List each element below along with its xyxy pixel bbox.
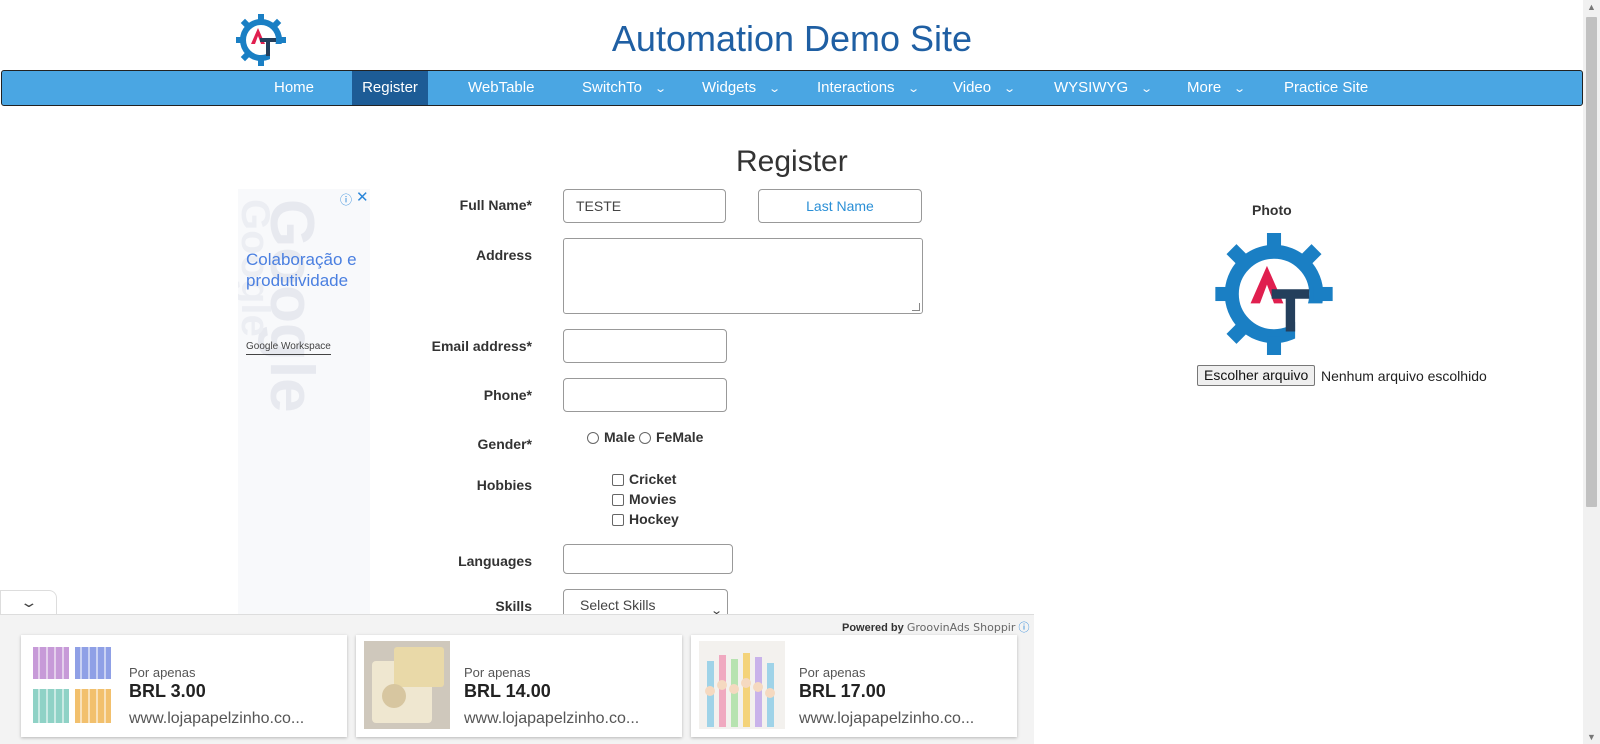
ad-card-2[interactable]: Por apenas BRL 14.00 www.lojapapelzinho.… (356, 635, 682, 737)
hobby-movies[interactable]: Movies (612, 491, 676, 507)
nav-more-label: More (1187, 79, 1222, 96)
gender-female-option[interactable]: FeMale (639, 429, 703, 445)
nav-practice-site-label: Practice Site (1284, 79, 1369, 96)
nav-wysiwyg[interactable]: WYSIWYG ⌄ (1054, 71, 1154, 105)
languages-input[interactable] (563, 544, 733, 574)
email-input[interactable] (563, 329, 727, 363)
product-image (364, 641, 450, 729)
price: BRL 14.00 (464, 681, 551, 701)
checkbox-hockey[interactable] (612, 514, 624, 526)
price-prefix: Por apenas (799, 665, 866, 680)
phone-input[interactable] (563, 378, 727, 412)
nav-webtable-label: WebTable (468, 79, 535, 96)
scroll-down-arrow-icon[interactable]: ▼ (1587, 732, 1596, 742)
nav-more[interactable]: More ⌄ (1187, 71, 1247, 105)
site-title: Automation Demo Site (611, 18, 973, 59)
powered-by-label: Powered by (842, 622, 904, 634)
collapse-ad-button[interactable]: ⌄ (0, 590, 57, 615)
store-url[interactable]: www.lojapapelzinho.co... (464, 710, 639, 728)
scrollbar-thumb[interactable] (1586, 17, 1597, 507)
resize-handle-icon[interactable] (912, 303, 920, 311)
address-textarea[interactable] (563, 238, 923, 314)
nav-practice-site[interactable]: Practice Site (1284, 71, 1368, 105)
close-icon[interactable]: ✕ (356, 188, 369, 206)
skills-selected-value: Select Skills (580, 597, 656, 613)
vertical-scrollbar[interactable]: ▲ ▼ (1583, 0, 1600, 744)
gender-male-label: Male (604, 429, 636, 445)
price: BRL 17.00 (799, 681, 886, 701)
chevron-down-icon: ⌄ (1140, 83, 1154, 95)
ad-headline[interactable]: Colaboração e produtividade (246, 249, 370, 291)
powered-by: Powered by GroovinAds Shoppir ⓘ (842, 619, 1029, 635)
info-icon[interactable]: ⓘ (340, 191, 352, 208)
nav-widgets[interactable]: Widgets ⌄ (702, 71, 782, 105)
ad-card-3[interactable]: Por apenas BRL 17.00 www.lojapapelzinho.… (691, 635, 1017, 737)
page-title: Register (736, 145, 848, 178)
price-prefix: Por apenas (129, 665, 196, 680)
checkbox-movies[interactable] (612, 494, 624, 506)
main-navbar: Home Register WebTable SwitchTo ⌄ Widgets… (1, 70, 1583, 106)
ad-brand[interactable]: Google Workspace (246, 341, 331, 355)
last-name-input[interactable]: Last Name (758, 189, 922, 223)
store-url[interactable]: www.lojapapelzinho.co... (799, 710, 974, 728)
ad-provider[interactable]: GroovinAds Shoppir (907, 621, 1016, 634)
first-name-input[interactable]: TESTE (563, 189, 726, 223)
nav-switchto-label: SwitchTo (582, 79, 643, 96)
nav-video-label: Video (953, 79, 992, 96)
chevron-down-icon: ⌄ (906, 83, 920, 95)
hobby-cricket[interactable]: Cricket (612, 471, 676, 487)
nav-home[interactable]: Home (274, 71, 314, 105)
radio-female[interactable] (639, 432, 651, 444)
nav-webtable[interactable]: WebTable (468, 71, 534, 105)
hobby-movies-label: Movies (629, 491, 677, 507)
choose-file-button[interactable]: Escolher arquivo (1197, 365, 1316, 386)
nav-interactions[interactable]: Interactions ⌄ (817, 71, 920, 105)
chevron-down-icon: ⌄ (1003, 83, 1017, 95)
nav-register-label: Register (362, 79, 418, 96)
gender-female-label: FeMale (656, 429, 704, 445)
hobby-cricket-label: Cricket (629, 471, 677, 487)
chevron-down-icon: ⌄ (1233, 83, 1247, 95)
gender-male-option[interactable]: Male (587, 429, 635, 445)
nav-home-label: Home (274, 79, 315, 96)
info-icon[interactable]: ⓘ (1018, 622, 1029, 634)
nav-register[interactable]: Register (352, 71, 428, 105)
store-url[interactable]: www.lojapapelzinho.co... (129, 710, 304, 728)
nav-widgets-label: Widgets (702, 79, 757, 96)
radio-male[interactable] (587, 432, 599, 444)
checkbox-cricket[interactable] (612, 474, 624, 486)
chevron-down-icon: ⌄ (768, 83, 782, 95)
file-status-text: Nenhum arquivo escolhido (1321, 368, 1487, 384)
left-ad-banner[interactable]: Google Google Colaboração e produtividad… (238, 189, 370, 614)
chevron-down-icon: ⌄ (19, 594, 38, 610)
hobby-hockey[interactable]: Hockey (612, 511, 679, 527)
chevron-down-icon: ⌄ (654, 83, 668, 95)
price: BRL 3.00 (129, 681, 206, 701)
nav-switchto[interactable]: SwitchTo ⌄ (582, 71, 668, 105)
photo-preview-logo (1215, 233, 1333, 355)
ad-card-1[interactable]: Por apenas BRL 3.00 www.lojapapelzinho.c… (21, 635, 347, 737)
hobby-hockey-label: Hockey (629, 511, 679, 527)
product-image (29, 641, 115, 729)
photo-label: Photo (1252, 202, 1292, 218)
scroll-up-arrow-icon[interactable]: ▲ (1587, 2, 1596, 12)
nav-video[interactable]: Video ⌄ (953, 71, 1017, 105)
nav-wysiwyg-label: WYSIWYG (1054, 79, 1129, 96)
price-prefix: Por apenas (464, 665, 531, 680)
product-image (699, 641, 785, 729)
nav-interactions-label: Interactions (817, 79, 895, 96)
